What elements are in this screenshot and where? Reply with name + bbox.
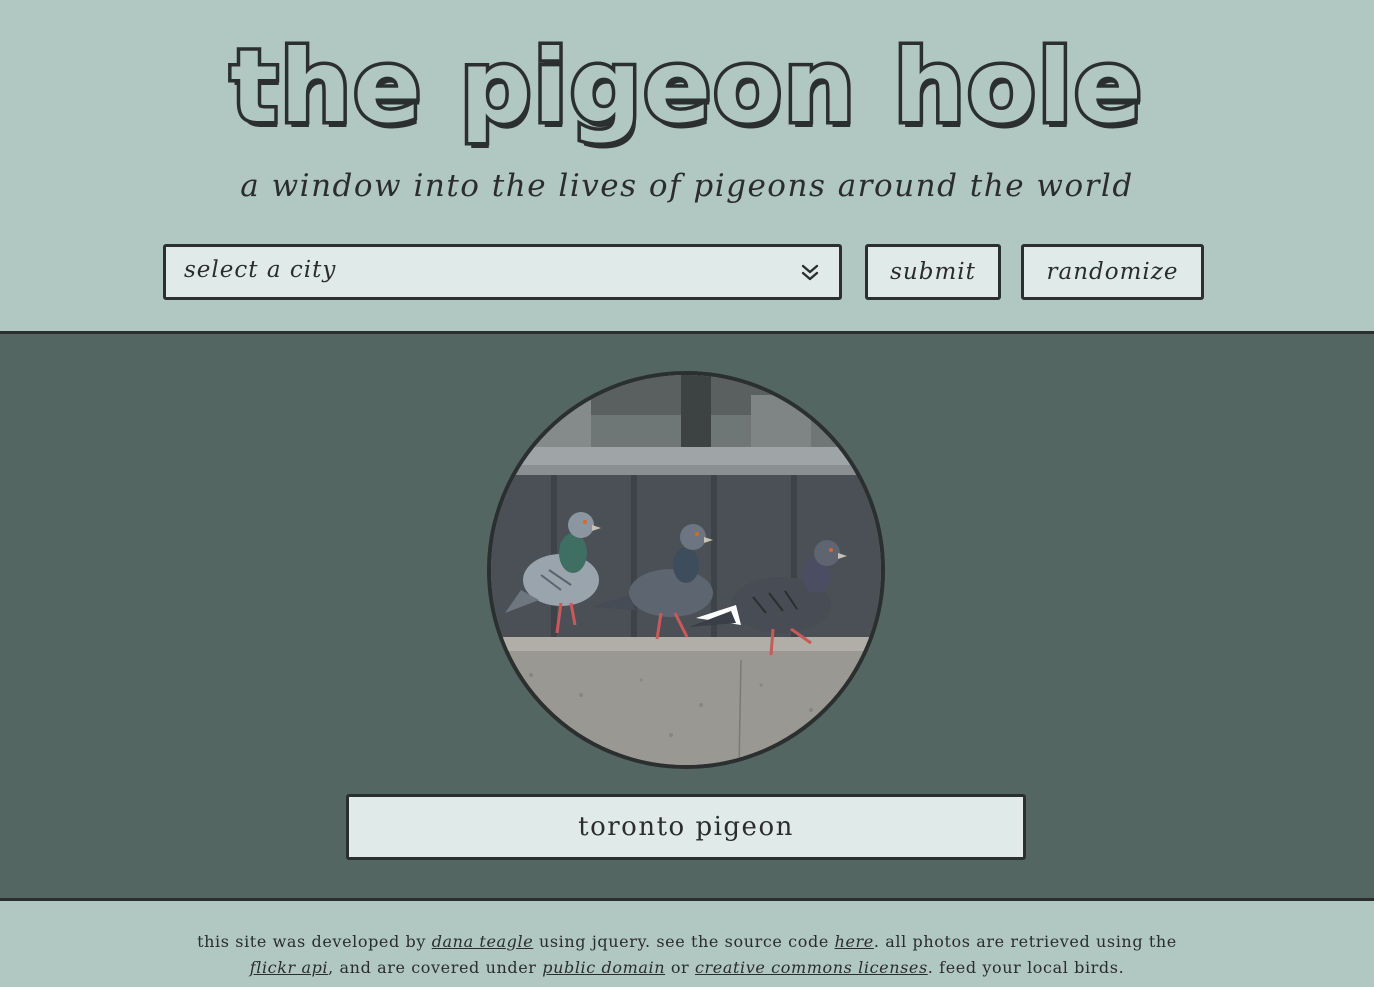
public-domain-link[interactable]: public domain xyxy=(542,958,665,977)
randomize-button[interactable]: randomize xyxy=(1021,244,1204,300)
site-footer: this site was developed by dana teagle u… xyxy=(0,901,1374,987)
footer-text: , and are covered under xyxy=(328,958,543,977)
footer-text: or xyxy=(665,958,695,977)
author-link[interactable]: dana teagle xyxy=(432,932,534,951)
site-tagline: a window into the lives of pigeons aroun… xyxy=(240,168,1134,204)
city-select[interactable]: select a city xyxy=(163,244,842,300)
submit-button[interactable]: submit xyxy=(865,244,1001,300)
pigeon-photo-illustration xyxy=(491,375,881,765)
city-select-placeholder: select a city xyxy=(184,257,337,283)
source-code-link[interactable]: here xyxy=(835,932,874,951)
footer-credits: this site was developed by dana teagle u… xyxy=(110,929,1264,981)
flickr-api-link[interactable]: flickr api xyxy=(250,958,328,977)
site-title: the pigeon hole xyxy=(227,25,1146,149)
photo-caption: toronto pigeon xyxy=(346,794,1026,860)
footer-text: using jquery. see the source code xyxy=(533,932,835,951)
site-header: the pigeon hole a window into the lives … xyxy=(0,0,1374,331)
footer-text: . all photos are retrieved using the xyxy=(873,932,1177,951)
footer-text: . feed your local birds. xyxy=(927,958,1125,977)
photo-panel: toronto pigeon xyxy=(0,331,1374,901)
footer-text: this site was developed by xyxy=(197,932,432,951)
pigeon-photo xyxy=(487,371,885,769)
creative-commons-link[interactable]: creative commons licenses xyxy=(695,958,928,977)
city-controls: select a city submit randomize xyxy=(0,244,1374,300)
double-chevron-down-icon xyxy=(801,264,819,281)
